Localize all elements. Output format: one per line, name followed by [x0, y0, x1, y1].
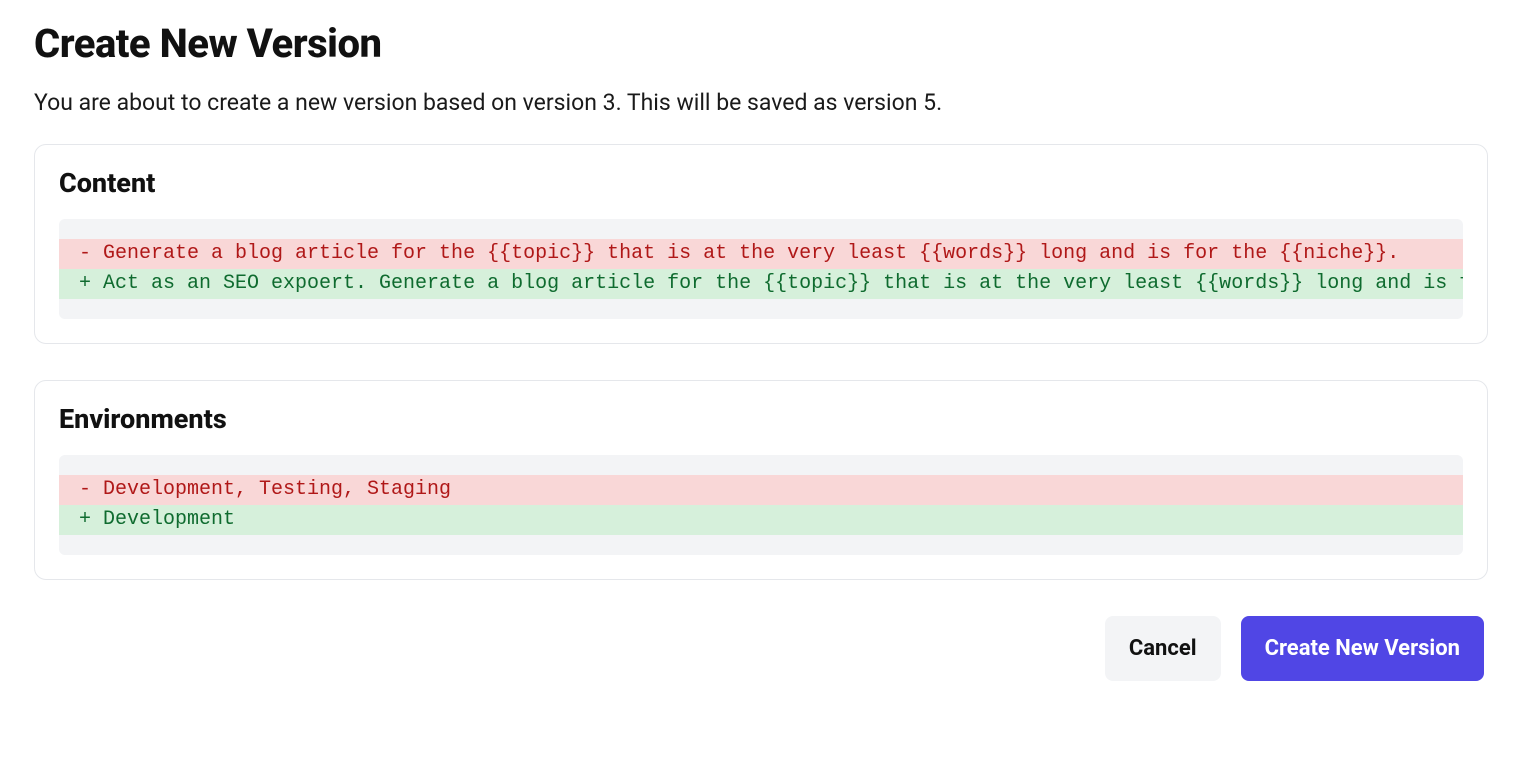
page-title: Create New Version: [34, 20, 1488, 67]
content-panel: Content - Generate a blog article for th…: [34, 144, 1488, 344]
content-diff[interactable]: - Generate a blog article for the {{topi…: [59, 219, 1463, 319]
environments-panel-title: Environments: [59, 403, 1463, 435]
environments-panel: Environments - Development, Testing, Sta…: [34, 380, 1488, 580]
diff-removed-line: - Development, Testing, Staging: [59, 475, 1463, 505]
diff-added-line: + Act as an SEO expoert. Generate a blog…: [59, 269, 1463, 299]
dialog-footer: Cancel Create New Version: [34, 616, 1488, 681]
cancel-button[interactable]: Cancel: [1105, 616, 1221, 681]
environments-diff[interactable]: - Development, Testing, Staging + Develo…: [59, 455, 1463, 555]
page-subtitle: You are about to create a new version ba…: [34, 89, 1488, 116]
diff-added-line: + Development: [59, 505, 1463, 535]
create-button[interactable]: Create New Version: [1241, 616, 1484, 681]
diff-removed-line: - Generate a blog article for the {{topi…: [59, 239, 1463, 269]
content-panel-title: Content: [59, 167, 1463, 199]
